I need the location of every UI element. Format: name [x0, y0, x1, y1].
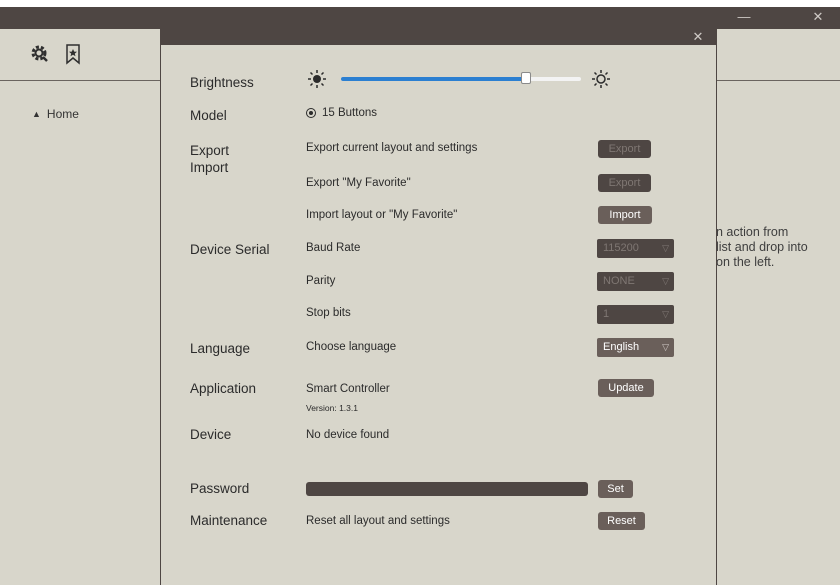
- choose-language-text: Choose language: [306, 341, 397, 353]
- triangle-up-icon: ▲: [32, 109, 41, 119]
- dialog-close-button[interactable]: ✕: [688, 29, 708, 45]
- model-option-15-buttons[interactable]: 15 Buttons: [306, 107, 377, 119]
- brightness-slider-fill: [341, 77, 526, 81]
- export-layout-button[interactable]: Export: [598, 140, 651, 158]
- export-label: Export: [190, 143, 230, 158]
- sidebar-item-label: Home: [46, 107, 79, 121]
- brightness-slider[interactable]: [341, 72, 581, 84]
- update-button[interactable]: Update: [598, 379, 654, 397]
- set-password-button[interactable]: Set: [598, 480, 633, 498]
- dialog-title-bar: ✕: [161, 29, 716, 45]
- radio-selected-icon[interactable]: [306, 108, 316, 118]
- close-window-button[interactable]: ✕: [800, 7, 836, 29]
- stop-bits-value: 1: [603, 308, 610, 320]
- stop-bits-text: Stop bits: [306, 307, 351, 319]
- hint-line: n action from: [716, 225, 789, 239]
- import-button[interactable]: Import: [598, 206, 652, 224]
- application-version: Version: 1.3.1: [306, 403, 358, 413]
- drag-drop-hint: n action from list and drop into on the …: [716, 225, 840, 270]
- language-label: Language: [190, 341, 251, 356]
- baud-rate-text: Baud Rate: [306, 242, 361, 254]
- maintenance-label: Maintenance: [190, 513, 268, 528]
- password-input[interactable]: [306, 482, 588, 496]
- brightness-slider-thumb[interactable]: [520, 72, 531, 84]
- hint-line: on the left.: [716, 255, 775, 269]
- export-favorite-text: Export "My Favorite": [306, 177, 411, 189]
- parity-value: NONE: [603, 275, 635, 287]
- settings-dialog: ✕ Brightness Model 15 Buttons Export Imp…: [160, 29, 717, 585]
- reset-text: Reset all layout and settings: [306, 515, 450, 527]
- password-label: Password: [190, 481, 250, 496]
- baud-rate-select[interactable]: 115200 ▽: [597, 239, 674, 258]
- chevron-down-icon: ▽: [662, 276, 669, 286]
- application-name: Smart Controller: [306, 383, 390, 395]
- export-layout-text: Export current layout and settings: [306, 142, 478, 154]
- device-serial-label: Device Serial: [190, 242, 270, 257]
- model-option-label: 15 Buttons: [322, 107, 377, 119]
- title-bar: — ✕: [0, 7, 840, 29]
- settings-gear-icon[interactable]: [29, 43, 51, 65]
- application-label: Application: [190, 381, 257, 396]
- language-value: English: [603, 341, 640, 353]
- brightness-label: Brightness: [190, 75, 254, 90]
- brightness-high-icon: [591, 69, 611, 89]
- hint-line: list and drop into: [716, 240, 808, 254]
- sidebar-item-home[interactable]: ▲ Home: [32, 107, 79, 121]
- toolbar-divider-right: [715, 80, 840, 81]
- chevron-down-icon: ▽: [662, 309, 669, 319]
- stop-bits-select[interactable]: 1 ▽: [597, 305, 674, 324]
- chevron-down-icon: ▽: [662, 342, 669, 352]
- sidebar: ▲ Home: [0, 29, 160, 585]
- brightness-low-icon: [307, 69, 327, 89]
- language-select[interactable]: English ▽: [597, 338, 674, 357]
- model-label: Model: [190, 108, 227, 123]
- parity-select[interactable]: NONE ▽: [597, 272, 674, 291]
- parity-text: Parity: [306, 275, 336, 287]
- minimize-button[interactable]: —: [726, 7, 762, 29]
- baud-rate-value: 115200: [603, 242, 639, 254]
- chevron-down-icon: ▽: [662, 243, 669, 253]
- toolbar-divider: [0, 80, 160, 81]
- reset-button[interactable]: Reset: [598, 512, 645, 530]
- bookmark-star-icon[interactable]: [62, 43, 84, 65]
- import-label: Import: [190, 160, 229, 175]
- export-favorite-button[interactable]: Export: [598, 174, 651, 192]
- import-layout-text: Import layout or "My Favorite": [306, 209, 458, 221]
- device-status: No device found: [306, 429, 390, 441]
- device-label: Device: [190, 427, 232, 442]
